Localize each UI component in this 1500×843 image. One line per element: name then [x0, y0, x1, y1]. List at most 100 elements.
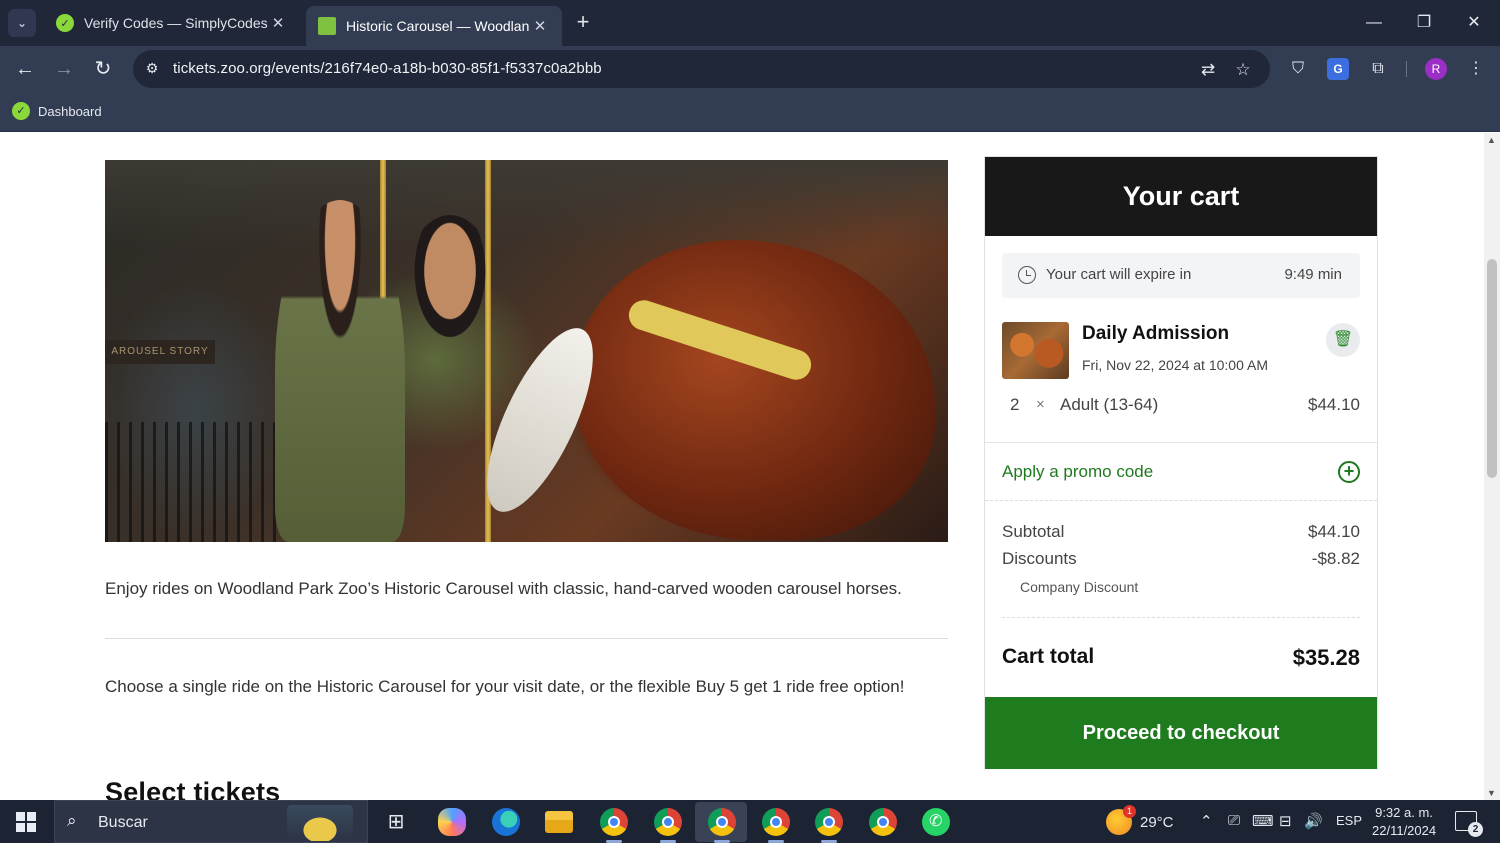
chrome-profile-icon[interactable] [869, 808, 897, 836]
bookmark-star-icon[interactable]: ☆ [1232, 59, 1254, 81]
windows-start-icon[interactable] [16, 812, 36, 832]
tab-title: Historic Carousel — Woodland [346, 18, 530, 34]
cart-panel: Your cart Your cart will expire in 9:49 … [984, 156, 1378, 769]
forward-arrow-icon[interactable]: → [50, 55, 78, 83]
google-translate-icon[interactable]: G [1327, 58, 1349, 80]
site-settings-icon[interactable]: ⚙ [143, 60, 161, 78]
extensions-puzzle-icon[interactable]: ⧉ [1367, 58, 1389, 80]
cart-total-label: Cart total [1002, 645, 1095, 668]
address-bar[interactable]: ⚙ tickets.zoo.org/events/216f74e0-a18b-b… [133, 50, 1270, 88]
cart-item-title: Daily Admission [1082, 323, 1230, 344]
carousel-horse [575, 240, 935, 540]
trash-icon[interactable]: 🗑 [1326, 323, 1360, 357]
edge-browser-icon[interactable] [492, 808, 520, 836]
zoo-icon [318, 17, 336, 35]
chrome-profile-icon[interactable] [815, 808, 843, 843]
proceed-to-checkout-button[interactable]: Proceed to checkout [985, 697, 1377, 769]
clock-icon [1018, 266, 1036, 284]
windows-taskbar: ⌕ Buscar ⊞ 29°C ⌃ ⎚ ⌨ ⊟ 🔊 ESP 9:32 a. m.… [0, 800, 1500, 843]
new-tab-plus-icon[interactable]: + [570, 10, 596, 36]
scrollbar-thumb[interactable] [1487, 259, 1497, 478]
search-icon: ⌕ [67, 811, 77, 830]
fence [105, 422, 295, 542]
scroll-down-arrow-icon[interactable]: ▼ [1487, 788, 1496, 798]
orangutan-thumbnail [1002, 322, 1069, 379]
more-menu-icon[interactable]: ⋮ [1465, 58, 1487, 80]
profile-avatar[interactable]: R [1425, 58, 1447, 80]
notification-center-icon[interactable]: 2 [1455, 811, 1483, 837]
bookmark-dashboard[interactable]: ✓ Dashboard [12, 102, 102, 120]
page-viewport: AROUSEL STORY Enjoy rides on Woodland Pa… [0, 133, 1500, 800]
shield-extension-icon[interactable]: ⛉ [1287, 58, 1309, 80]
cart-total-value: $35.28 [1292, 645, 1360, 670]
weather-sun-icon [1106, 805, 1136, 835]
close-tab-icon[interactable]: ✕ [268, 14, 288, 32]
close-tab-icon[interactable]: ✕ [530, 17, 550, 35]
plus-circle-icon[interactable]: + [1338, 461, 1360, 483]
task-view-icon[interactable]: ⊞ [382, 808, 410, 836]
notification-count-badge: 2 [1468, 822, 1483, 837]
reload-icon[interactable]: ↻ [89, 55, 117, 83]
event-description-options: Choose a single ride on the Historic Car… [105, 677, 905, 696]
weather-widget[interactable]: 29°C [1106, 805, 1174, 835]
restore-icon[interactable]: ❐ [1404, 8, 1444, 38]
discounts-row: Discounts -$8.82 [1002, 549, 1360, 569]
expire-timer: 9:49 min [1284, 266, 1342, 283]
ticket-quantity: 2 [1010, 395, 1020, 414]
back-arrow-icon[interactable]: ← [11, 55, 39, 83]
clock-date: 22/11/2024 [1372, 823, 1437, 838]
whatsapp-icon[interactable] [922, 808, 950, 836]
scroll-up-arrow-icon[interactable]: ▲ [1487, 135, 1496, 145]
tab-search-chevron-icon[interactable]: ⌄ [8, 9, 36, 37]
divider [985, 442, 1377, 443]
tab-historic-carousel[interactable]: Historic Carousel — Woodland ✕ [306, 6, 562, 46]
show-hidden-icons-chevron-icon[interactable]: ⌃ [1200, 812, 1213, 830]
page-scrollbar[interactable]: ▲ ▼ [1484, 133, 1500, 800]
chrome-profile-r-icon[interactable] [708, 808, 736, 843]
network-icon[interactable]: ⊟ [1279, 812, 1292, 830]
translate-page-icon[interactable]: ⇄ [1197, 59, 1219, 81]
toolbar-divider [1406, 61, 1407, 77]
carousel-story-sign: AROUSEL STORY [105, 340, 215, 364]
chrome-profile-icon[interactable] [654, 808, 682, 843]
search-highlight-illustration [287, 805, 353, 841]
bookmarks-bar: ✓ Dashboard [0, 92, 1500, 132]
chrome-profile-icon[interactable] [762, 808, 790, 843]
divider [985, 500, 1377, 501]
language-indicator[interactable]: ESP [1336, 813, 1362, 828]
ime-icon[interactable]: ⌨ [1252, 812, 1274, 830]
tab-title: Verify Codes — SimplyCodes [84, 15, 268, 31]
divider [1002, 617, 1360, 618]
simplycodes-icon: ✓ [56, 14, 74, 32]
ticket-price: $44.10 [1308, 395, 1360, 414]
discounts-label: Discounts [1002, 549, 1077, 568]
carousel-canopy [105, 160, 948, 250]
file-explorer-icon[interactable] [545, 811, 573, 833]
meet-now-icon[interactable]: ⎚ [1228, 812, 1240, 829]
search-placeholder: Buscar [98, 814, 148, 831]
minimize-icon[interactable]: — [1354, 8, 1394, 38]
cart-title: Your cart [985, 157, 1377, 236]
close-window-icon[interactable]: ✕ [1454, 8, 1494, 38]
taskbar-search[interactable]: ⌕ Buscar [54, 800, 368, 843]
simplycodes-icon: ✓ [12, 102, 30, 120]
copilot-icon[interactable] [438, 808, 466, 836]
divider [105, 638, 948, 639]
cart-expire-banner: Your cart will expire in 9:49 min [1002, 253, 1360, 298]
chrome-profile-icon[interactable] [600, 808, 628, 843]
browser-toolbar: ← → ↻ ⚙ tickets.zoo.org/events/216f74e0-… [0, 46, 1500, 92]
subtotal-label: Subtotal [1002, 522, 1065, 541]
tab-strip: ⌄ ✓ Verify Codes — SimplyCodes ✕ Histori… [0, 0, 1500, 46]
select-tickets-heading: Select tickets [105, 777, 281, 800]
tab-simplycodes[interactable]: ✓ Verify Codes — SimplyCodes ✕ [44, 6, 300, 40]
subtotal-row: Subtotal $44.10 [1002, 522, 1360, 542]
child-figure [275, 200, 405, 542]
cart-total-row: Cart total $35.28 [1002, 645, 1360, 670]
ticket-type: Adult (13-64) [1060, 395, 1159, 414]
apply-promo-link[interactable]: Apply a promo code [1002, 462, 1153, 482]
url-text[interactable]: tickets.zoo.org/events/216f74e0-a18b-b03… [173, 60, 602, 77]
volume-icon[interactable]: 🔊 [1304, 812, 1323, 830]
system-clock[interactable]: 9:32 a. m. 22/11/2024 [1372, 804, 1436, 840]
expire-label: Your cart will expire in [1046, 266, 1192, 283]
discounts-value: -$8.82 [1311, 549, 1360, 568]
